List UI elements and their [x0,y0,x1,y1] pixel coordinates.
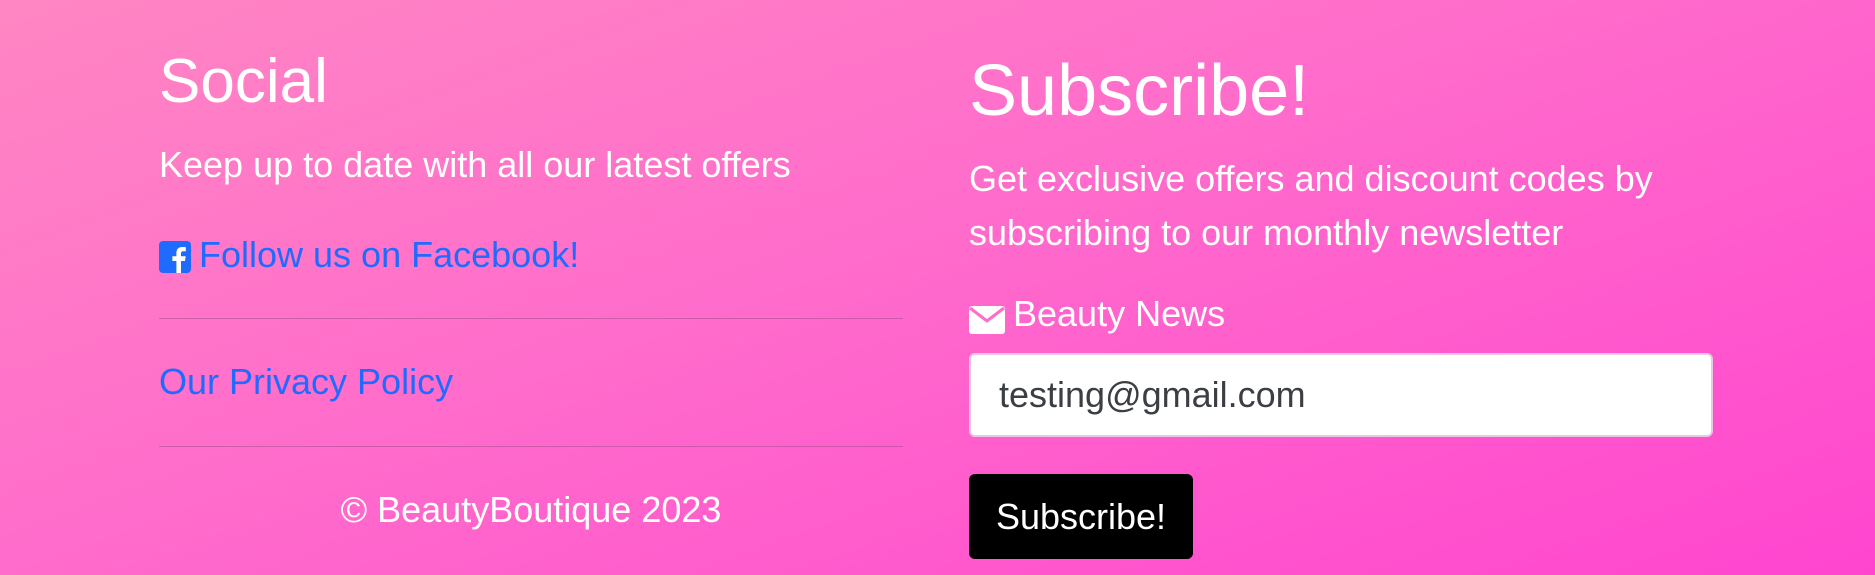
email-input[interactable] [969,353,1713,437]
envelope-icon [969,300,1005,334]
subscribe-button[interactable]: Subscribe! [969,474,1193,559]
privacy-policy-link[interactable]: Our Privacy Policy [159,360,453,404]
facebook-link-label: Follow us on Facebook! [199,234,580,275]
social-description: Keep up to date with all our latest offe… [159,144,791,185]
subscribe-heading: Subscribe! [969,51,1310,131]
divider [159,318,903,319]
social-heading: Social [159,47,328,116]
facebook-square-icon [159,239,191,273]
subscribe-description: Get exclusive offers and discount codes … [969,158,1653,253]
subscribe-section: Subscribe! Get exclusive offers and disc… [969,0,1713,575]
divider [159,446,903,447]
facebook-link[interactable]: Follow us on Facebook! [159,233,579,277]
footer: Social Keep up to date with all our late… [0,0,1875,575]
copyright-text: © BeautyBoutique 2023 [340,489,722,530]
newsletter-label-text: Beauty News [1013,293,1226,334]
newsletter-label: Beauty News [969,292,1225,336]
social-section: Social Keep up to date with all our late… [159,0,903,575]
